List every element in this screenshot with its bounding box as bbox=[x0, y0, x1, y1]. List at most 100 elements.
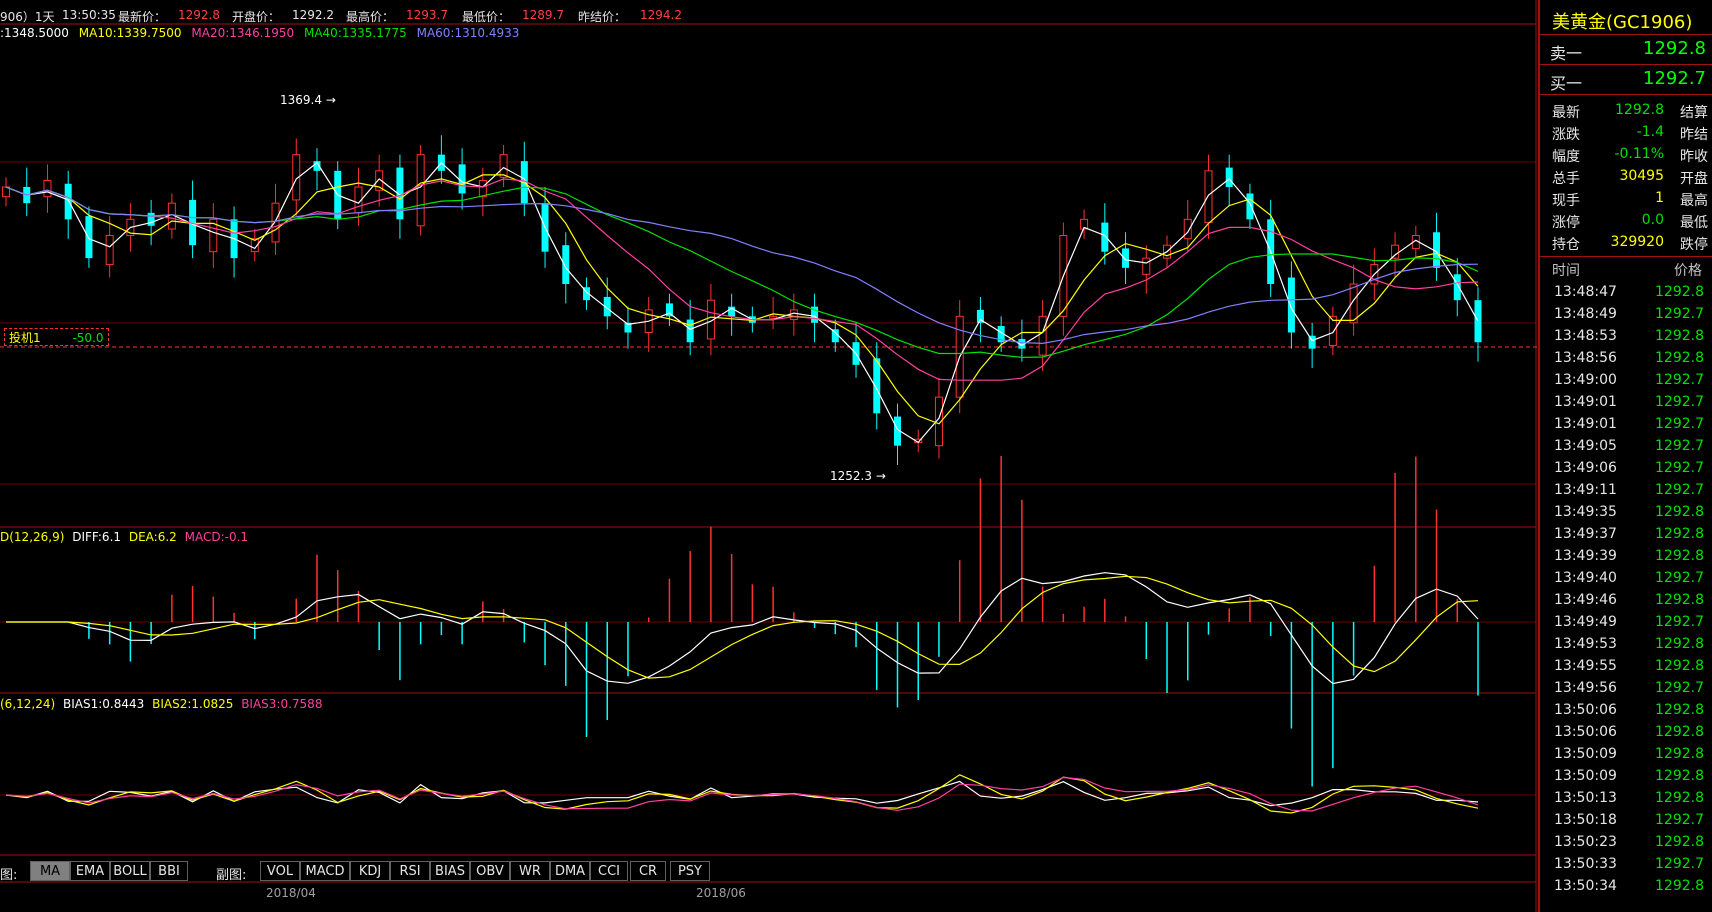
tick-row[interactable]: 13:48:47 1292.8 bbox=[1540, 282, 1712, 304]
quote-panel: 美黄金(GC1906) 卖一 1292.8 买一 1292.7 最新 1292.8… bbox=[1538, 0, 1712, 912]
candle-down bbox=[686, 319, 694, 343]
tick-row[interactable]: 13:49:01 1292.7 bbox=[1540, 414, 1712, 436]
tick-row[interactable]: 13:49:53 1292.8 bbox=[1540, 634, 1712, 656]
tick-row[interactable]: 13:48:53 1292.8 bbox=[1540, 326, 1712, 348]
candle-up bbox=[499, 154, 508, 178]
diff-line bbox=[6, 572, 1479, 685]
stat-label: 最新 bbox=[1552, 105, 1580, 121]
tab-bbi[interactable]: BBI bbox=[150, 861, 188, 881]
tab-obv[interactable]: OBV bbox=[470, 861, 510, 881]
tab-ma[interactable]: MA bbox=[30, 861, 70, 881]
stat-value: 329920 bbox=[1610, 234, 1664, 250]
stat-label: 现手 bbox=[1552, 193, 1580, 209]
bias1-line bbox=[5, 780, 1479, 807]
ma10-legend: MA10:1339.7500 bbox=[78, 26, 182, 40]
tab-psy[interactable]: PSY bbox=[670, 861, 710, 881]
candle-down bbox=[562, 245, 570, 284]
tick-row[interactable]: 13:50:09 1292.8 bbox=[1540, 766, 1712, 788]
tab-vol[interactable]: VOL bbox=[260, 861, 300, 881]
candle-down bbox=[1225, 167, 1233, 187]
stat-label-2: 最高 bbox=[1680, 193, 1708, 209]
buy1-row[interactable]: 买一 1292.7 bbox=[1540, 66, 1712, 93]
bias2-line bbox=[5, 774, 1479, 814]
tick-price: 1292.7 bbox=[1655, 856, 1704, 872]
buy1-label: 买一 bbox=[1550, 74, 1583, 93]
tick-row[interactable]: 13:50:33 1292.7 bbox=[1540, 854, 1712, 876]
tab-dma[interactable]: DMA bbox=[550, 861, 590, 881]
tick-row[interactable]: 13:49:11 1292.7 bbox=[1540, 480, 1712, 502]
tick-row[interactable]: 13:50:06 1292.8 bbox=[1540, 722, 1712, 744]
sell1-row[interactable]: 卖一 1292.8 bbox=[1540, 36, 1712, 63]
tick-price: 1292.8 bbox=[1655, 790, 1704, 806]
stat-value: 30495 bbox=[1619, 168, 1664, 184]
tick-price: 1292.8 bbox=[1655, 328, 1704, 344]
tab-bias[interactable]: BIAS bbox=[430, 861, 470, 881]
tab-macd[interactable]: MACD bbox=[300, 861, 350, 881]
tab-cci[interactable]: CCI bbox=[590, 861, 628, 881]
open-label: 开盘价： bbox=[232, 10, 281, 24]
tick-row[interactable]: 13:49:46 1292.8 bbox=[1540, 590, 1712, 612]
stat-label: 幅度 bbox=[1552, 149, 1580, 165]
kline-chart[interactable] bbox=[0, 0, 1538, 912]
tick-row[interactable]: 13:50:18 1292.7 bbox=[1540, 810, 1712, 832]
sub-chart-label: 副图: bbox=[216, 868, 247, 883]
tick-time: 13:50:09 bbox=[1554, 746, 1617, 762]
quote-info-bar: 906）1天 13:50:35 最新价： 1292.8 开盘价： 1292.2 … bbox=[0, 0, 1538, 24]
sell1-label: 卖一 bbox=[1550, 44, 1583, 63]
tab-wr[interactable]: WR bbox=[510, 861, 550, 881]
tick-row[interactable]: 13:48:56 1292.8 bbox=[1540, 348, 1712, 370]
tick-price: 1292.8 bbox=[1655, 724, 1704, 740]
ma-legend: :1348.5000 MA10:1339.7500 MA20:1346.1950… bbox=[0, 26, 519, 40]
tick-price: 1292.8 bbox=[1655, 504, 1704, 520]
main-chart-label: 图: bbox=[0, 868, 18, 883]
bias1-value: BIAS1:0.8443 bbox=[63, 697, 145, 711]
stat-value: -1.4 bbox=[1636, 124, 1664, 140]
tab-rsi[interactable]: RSI bbox=[390, 861, 430, 881]
tick-time: 13:49:11 bbox=[1554, 482, 1617, 498]
tick-time: 13:49:39 bbox=[1554, 548, 1617, 564]
macd-value: MACD:-0.1 bbox=[184, 530, 249, 544]
ma20-line bbox=[5, 178, 1479, 381]
ma40-line bbox=[5, 186, 1479, 359]
position-order-label[interactable]: 投机1 -50.0 bbox=[4, 328, 109, 346]
candle-down bbox=[64, 183, 72, 220]
tab-ema[interactable]: EMA bbox=[70, 861, 110, 881]
tick-time: 13:49:55 bbox=[1554, 658, 1617, 674]
tick-row[interactable]: 13:50:13 1292.8 bbox=[1540, 788, 1712, 810]
tick-row[interactable]: 13:49:35 1292.8 bbox=[1540, 502, 1712, 524]
tick-row[interactable]: 13:49:01 1292.7 bbox=[1540, 392, 1712, 414]
tick-row[interactable]: 13:49:55 1292.8 bbox=[1540, 656, 1712, 678]
open-value: 1292.2 bbox=[292, 8, 334, 22]
tick-row[interactable]: 13:50:34 1292.8 bbox=[1540, 876, 1712, 898]
stat-row: 最新 1292.8 结算 bbox=[1540, 100, 1712, 122]
tick-price: 1292.7 bbox=[1655, 438, 1704, 454]
stat-value: 1292.8 bbox=[1615, 102, 1664, 118]
tick-price: 1292.8 bbox=[1655, 768, 1704, 784]
tick-row[interactable]: 13:49:40 1292.7 bbox=[1540, 568, 1712, 590]
tab-boll[interactable]: BOLL bbox=[110, 861, 150, 881]
tick-row[interactable]: 13:49:39 1292.8 bbox=[1540, 546, 1712, 568]
tick-row[interactable]: 13:49:00 1292.7 bbox=[1540, 370, 1712, 392]
tick-row[interactable]: 13:50:09 1292.8 bbox=[1540, 744, 1712, 766]
tick-row[interactable]: 13:49:37 1292.8 bbox=[1540, 524, 1712, 546]
tick-time: 13:50:33 bbox=[1554, 856, 1617, 872]
tick-row[interactable]: 13:49:49 1292.7 bbox=[1540, 612, 1712, 634]
tick-row[interactable]: 13:50:06 1292.8 bbox=[1540, 700, 1712, 722]
latest-label: 最新价： bbox=[118, 10, 167, 24]
tick-row[interactable]: 13:48:49 1292.7 bbox=[1540, 304, 1712, 326]
tick-row[interactable]: 13:49:56 1292.7 bbox=[1540, 678, 1712, 700]
tick-time: 13:50:23 bbox=[1554, 834, 1617, 850]
tick-row[interactable]: 13:50:23 1292.8 bbox=[1540, 832, 1712, 854]
tick-row[interactable]: 13:49:06 1292.7 bbox=[1540, 458, 1712, 480]
stat-label: 涨停 bbox=[1552, 215, 1580, 231]
tab-kdj[interactable]: KDJ bbox=[350, 861, 390, 881]
macd-diff: DIFF:6.1 bbox=[72, 530, 122, 544]
tick-row[interactable]: 13:49:05 1292.7 bbox=[1540, 436, 1712, 458]
tick-time: 13:49:37 bbox=[1554, 526, 1617, 542]
bias3-line bbox=[5, 776, 1479, 812]
macd-params: D(12,26,9) bbox=[0, 530, 65, 544]
tick-price: 1292.7 bbox=[1655, 460, 1704, 476]
stat-label-2: 结算 bbox=[1680, 105, 1708, 121]
tick-price: 1292.7 bbox=[1655, 306, 1704, 322]
tab-cr[interactable]: CR bbox=[630, 861, 666, 881]
